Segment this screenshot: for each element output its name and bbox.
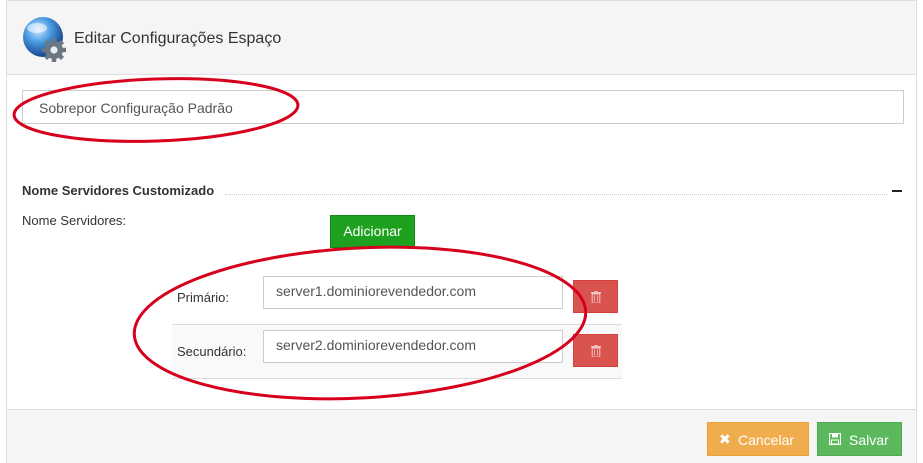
section-title: Nome Servidores Customizado [22,183,215,198]
trash-icon [591,291,601,303]
override-default-settings-field[interactable]: Sobrepor Configuração Padrão [22,90,904,124]
primary-nameserver-input[interactable]: server1.dominiorevendedor.com [263,276,563,309]
panel-footer: ✖ Cancelar Salvar [7,409,916,463]
delete-secondary-nameserver-button[interactable] [573,334,618,367]
nameservers-label: Nome Servidores: [22,213,127,228]
settings-panel: Editar Configurações Espaço Sobrepor Con… [6,0,917,463]
close-icon: ✖ [719,431,731,447]
nameserver-row: Secundário: server2.dominiorevendedor.co… [172,325,622,379]
secondary-nameserver-input[interactable]: server2.dominiorevendedor.com [263,330,563,363]
panel-header: Editar Configurações Espaço [7,1,916,75]
gear-globe-icon [23,17,66,62]
page-title: Editar Configurações Espaço [74,30,282,47]
minus-icon[interactable] [891,183,903,197]
floppy-disk-icon [829,433,841,445]
cancel-button[interactable]: ✖ Cancelar [707,422,809,456]
save-button[interactable]: Salvar [817,422,902,456]
section-divider [225,194,887,195]
save-button-label: Salvar [849,432,889,448]
delete-primary-nameserver-button[interactable] [573,280,618,313]
nameserver-row-label: Secundário: [177,344,247,359]
add-nameserver-button[interactable]: Adicionar [330,215,415,248]
cancel-button-label: Cancelar [738,432,795,448]
override-default-settings-label: Sobrepor Configuração Padrão [39,100,233,116]
nameserver-row: Primário: server1.dominiorevendedor.com [172,271,622,325]
nameserver-row-label: Primário: [177,290,230,305]
trash-icon [591,345,601,357]
